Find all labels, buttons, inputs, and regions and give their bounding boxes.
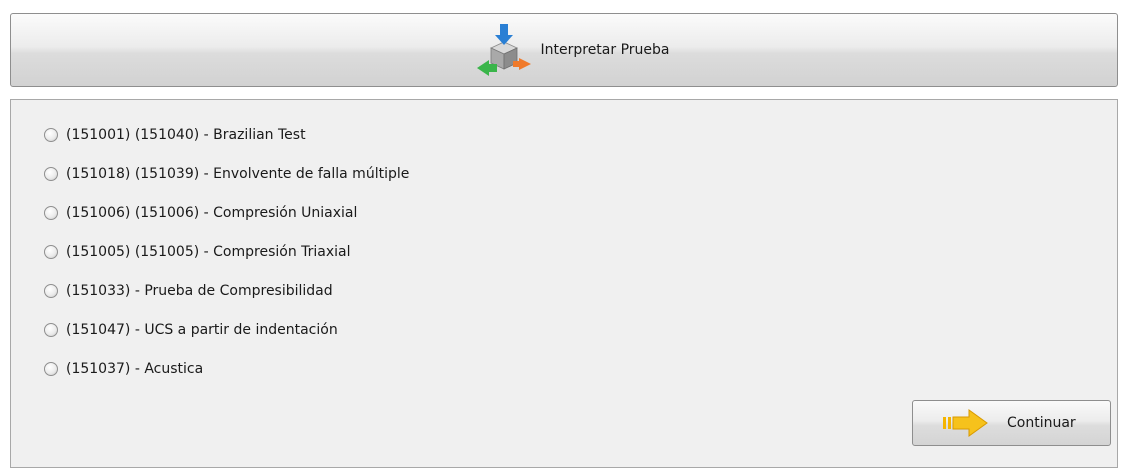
option-envolvente-falla-multiple[interactable]: (151018) (151039) - Envolvente de falla … [44,164,409,184]
option-compresion-triaxial[interactable]: (151005) (151005) - Compresión Triaxial [44,242,409,262]
option-label: (151001) (151040) - Brazilian Test [66,127,306,143]
interpretar-prueba-label: Interpretar Prueba [540,42,670,58]
interpretar-prueba-button[interactable]: Interpretar Prueba [10,13,1118,87]
radio-button[interactable] [44,167,58,181]
test-options-panel: (151001) (151040) - Brazilian Test (1510… [10,99,1118,468]
continue-label: Continuar [1007,415,1076,431]
continue-button[interactable]: Continuar [912,400,1111,446]
radio-button[interactable] [44,362,58,376]
option-acustica[interactable]: (151037) - Acustica [44,359,409,379]
interpret-test-icon [476,24,531,76]
radio-button[interactable] [44,284,58,298]
option-prueba-compresibilidad[interactable]: (151033) - Prueba de Compresibilidad [44,281,409,301]
option-label: (151037) - Acustica [66,361,204,377]
radio-button[interactable] [44,245,58,259]
radio-button[interactable] [44,323,58,337]
option-compresion-uniaxial[interactable]: (151006) (151006) - Compresión Uniaxial [44,203,409,223]
option-brazilian-test[interactable]: (151001) (151040) - Brazilian Test [44,125,409,145]
header-button-content: Interpretar Prueba [469,22,670,78]
option-ucs-indentacion[interactable]: (151047) - UCS a partir de indentación [44,320,409,340]
option-label: (151033) - Prueba de Compresibilidad [66,283,333,299]
option-label: (151005) (151005) - Compresión Triaxial [66,244,351,260]
option-label: (151018) (151039) - Envolvente de falla … [66,166,410,182]
option-label: (151047) - UCS a partir de indentación [66,322,338,338]
option-label: (151006) (151006) - Compresión Uniaxial [66,205,358,221]
radio-button[interactable] [44,128,58,142]
radio-button[interactable] [44,206,58,220]
arrow-right-icon [943,409,988,437]
test-options-list: (151001) (151040) - Brazilian Test (1510… [44,125,409,398]
